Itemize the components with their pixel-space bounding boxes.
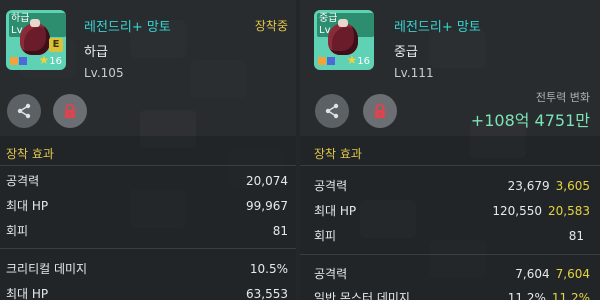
effects-title: 장착 효과 xyxy=(6,147,54,161)
stat-label: 회피 xyxy=(314,229,337,243)
divider xyxy=(300,165,600,166)
stat-row: 회피 81 xyxy=(314,226,590,246)
stat-row: 최대 HP 63,553 xyxy=(6,284,288,300)
stat-diff: 3,605 xyxy=(555,179,590,193)
share-icon xyxy=(17,103,31,119)
divider xyxy=(300,254,600,255)
stat-row: 회피 81 xyxy=(6,221,288,241)
item-name: 레전드리+ 망토 xyxy=(84,20,171,35)
item-level: Lv.105 xyxy=(84,66,124,80)
orange-square-icon xyxy=(10,57,18,65)
lock-button[interactable] xyxy=(53,94,87,128)
stat-label: 일반 몬스터 데미지 xyxy=(314,291,410,300)
stat-row: 최대 HP 120,550 20,583 xyxy=(314,201,590,221)
cape-icon xyxy=(328,19,358,55)
stat-diff: 11.2% xyxy=(551,291,590,300)
orange-square-icon xyxy=(318,57,326,65)
stat-value: 10.5% xyxy=(249,262,288,276)
star-icon: ★16 xyxy=(346,53,371,67)
lock-icon xyxy=(65,103,75,118)
compare-item-panel: 중급 Lv.111 ★16 레전드리+ 망토 중급 Lv.111 전투력 변화 … xyxy=(300,0,600,300)
stat-label: 크리티컬 데미지 xyxy=(6,262,88,276)
stat-row: 크리티컬 데미지 10.5% xyxy=(6,259,288,279)
stat-value: 99,967 xyxy=(246,199,288,213)
divider xyxy=(0,248,296,249)
stat-row: 일반 몬스터 데미지 11.2% 11.2% xyxy=(314,288,590,300)
icon-grade-tag: 하급 xyxy=(11,13,30,24)
item-grade: 하급 xyxy=(84,45,108,60)
icon-grade-tag: 중급 xyxy=(319,13,338,24)
share-button[interactable] xyxy=(7,94,41,128)
stat-value: 11.2% xyxy=(507,291,546,300)
stat-label: 공격력 xyxy=(314,267,348,281)
power-change-label: 전투력 변화 xyxy=(535,91,590,104)
stat-diff: 20,583 xyxy=(548,204,590,218)
share-button[interactable] xyxy=(315,94,349,128)
stat-value: 23,679 xyxy=(507,179,550,193)
blue-square-icon xyxy=(19,57,27,65)
stat-label: 공격력 xyxy=(314,179,348,193)
stat-diff: 7,604 xyxy=(555,267,590,281)
star-count: 16 xyxy=(357,56,370,67)
cape-icon xyxy=(20,19,50,55)
equipped-item-panel: 하급 Lv.105 E ★16 레전드리+ 망토 장착중 하급 Lv.105 장… xyxy=(0,0,296,300)
stat-row: 최대 HP 99,967 xyxy=(6,196,288,216)
stat-value: 20,074 xyxy=(246,174,288,188)
lock-icon xyxy=(375,103,385,118)
blue-square-icon xyxy=(327,57,335,65)
stat-label: 공격력 xyxy=(6,174,40,188)
stat-label: 회피 xyxy=(6,224,29,238)
power-change-value: +108억 4751만 xyxy=(470,111,590,130)
stat-value: 81 xyxy=(568,229,584,243)
item-name: 레전드리+ 망토 xyxy=(394,20,481,35)
stat-label: 최대 HP xyxy=(314,204,357,218)
stat-value: 63,553 xyxy=(246,287,288,300)
stat-label: 최대 HP xyxy=(6,287,49,300)
lock-button[interactable] xyxy=(363,94,397,128)
stat-value: 81 xyxy=(272,224,288,238)
divider xyxy=(0,165,296,166)
stat-row: 공격력 7,604 7,604 xyxy=(314,264,590,284)
item-grade: 중급 xyxy=(394,45,418,60)
equipped-status: 장착중 xyxy=(254,19,288,33)
stat-label: 최대 HP xyxy=(6,199,49,213)
effects-title: 장착 효과 xyxy=(314,147,362,161)
stat-value: 7,604 xyxy=(515,267,550,281)
star-count: 16 xyxy=(49,56,62,67)
item-icon: 하급 Lv.105 E ★16 xyxy=(6,10,66,70)
star-icon: ★16 xyxy=(38,53,63,67)
share-icon xyxy=(325,103,339,119)
item-level: Lv.111 xyxy=(394,66,434,80)
stat-value: 120,550 xyxy=(492,204,542,218)
equip-badge: E xyxy=(49,38,63,52)
item-icon: 중급 Lv.111 ★16 xyxy=(314,10,374,70)
stat-row: 공격력 20,074 xyxy=(6,171,288,191)
stat-row: 공격력 23,679 3,605 xyxy=(314,176,590,196)
